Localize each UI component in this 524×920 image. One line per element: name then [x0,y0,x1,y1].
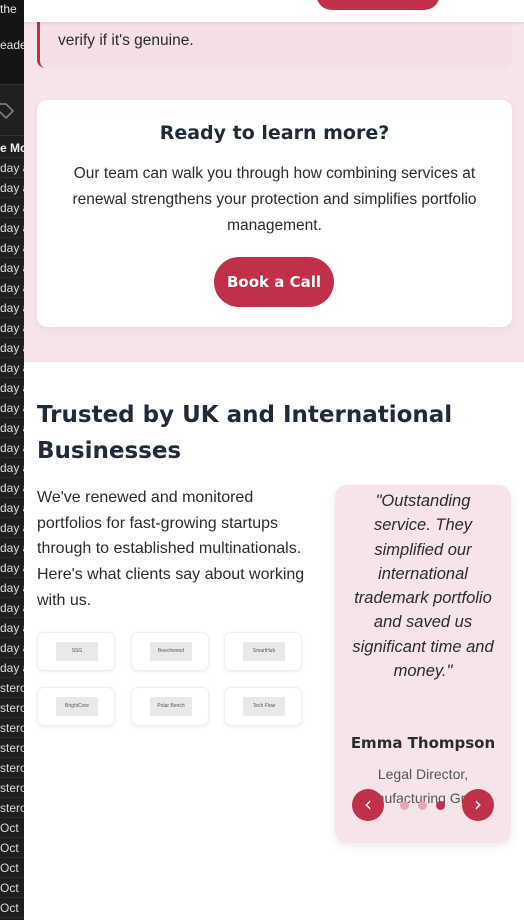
background-list-row: Oct [0,878,24,898]
trusted-text: We've renewed and monitored portfolios f… [37,489,305,609]
background-list-row: stero [0,698,24,718]
background-list-row: day a [0,538,24,558]
header-cta-button[interactable] [316,0,440,10]
background-list-row: Oct [0,898,24,918]
cta-card: Ready to learn more? Our team can walk y… [37,100,512,327]
carousel-dots [399,801,449,811]
carousel-dot[interactable] [418,801,427,810]
client-logo: Polar Bench [150,697,192,716]
testimonial-card: "Outstanding service. They simplified ou… [335,485,511,843]
background-list-row: day a [0,438,24,458]
background-list-row: day a [0,518,24,538]
background-list-row: day a [0,478,24,498]
cta-title: Ready to learn more? [159,122,390,144]
client-logo-card: Polar Bench [131,687,209,726]
cta-section: verify if it's genuine. Ready to learn m… [24,0,524,362]
background-list-row: day a [0,358,24,378]
background-text-1: the [0,2,17,16]
background-list-row: day a [0,278,24,298]
background-list-row: Oct [0,858,24,878]
background-list-row: day a [0,378,24,398]
background-list-row: day a [0,178,24,198]
background-list-row: day a [0,638,24,658]
client-logo: Tech Flow [243,697,285,716]
client-logo-card: SmartHub [224,632,302,671]
background-list-row: day a [0,258,24,278]
carousel-dot[interactable] [400,801,409,810]
background-list-row: stero [0,778,24,798]
client-logo-card: BrightCore [37,687,115,726]
background-list-row: day a [0,298,24,318]
background-text-2: eade [0,38,24,52]
background-list-row: stero [0,758,24,778]
background-list-row: day a [0,238,24,258]
cta-text: Our team can walk you through how combin… [72,165,477,234]
background-list-row: stero [0,678,24,698]
background-list-row: day a [0,398,24,418]
background-list-row: day a [0,558,24,578]
background-list-header: e Mo [0,138,24,158]
sticky-header [24,0,524,22]
background-list-row: day a [0,158,24,178]
background-app-header: the eade [0,0,24,84]
client-logo-card: Beechwood [131,632,209,671]
notice-text: verify if it's genuine. [58,32,194,49]
carousel-dot-active[interactable] [436,801,445,810]
background-list-row: day a [0,418,24,438]
carousel-next-button[interactable]: › [462,789,494,821]
background-list-row: stero [0,798,24,818]
background-list-row: day a [0,618,24,638]
webpage: verify if it's genuine. Ready to learn m… [24,0,524,920]
background-list-row: day a [0,218,24,238]
background-list-row: day a [0,598,24,618]
background-list-row: day a [0,338,24,358]
client-logo: Beechwood [150,642,192,661]
background-list-row: stero [0,738,24,758]
client-logo: BrightCore [56,697,98,716]
client-logo-card: SSG [37,632,115,671]
background-list-row: Oct [0,838,24,858]
carousel-prev-button[interactable]: ‹ [352,789,384,821]
background-list-row: day a [0,198,24,218]
testimonial-quote: "Outstanding service. They simplified ou… [352,492,494,681]
background-list-row: day a [0,498,24,518]
client-logo: SmartHub [243,642,285,661]
tag-icon [0,103,15,120]
background-list-row: day a [0,318,24,338]
background-app-strip: the eade e Mo day aday aday aday aday ad… [0,0,24,920]
testimonial-author: Emma Thompson [350,734,496,752]
client-logo-card: Tech Flow [224,687,302,726]
background-list-row: stero [0,718,24,738]
book-call-button[interactable]: Book a Call [214,257,334,307]
background-toolbar [0,84,24,136]
background-list-row: day a [0,658,24,678]
background-list-row: day a [0,578,24,598]
client-logo: SSG [56,642,98,661]
background-list-row: Oct [0,818,24,838]
trusted-title: Trusted by UK and International Business… [37,402,453,464]
background-list: e Mo day aday aday aday aday aday aday a… [0,138,24,920]
background-list-row: day a [0,458,24,478]
